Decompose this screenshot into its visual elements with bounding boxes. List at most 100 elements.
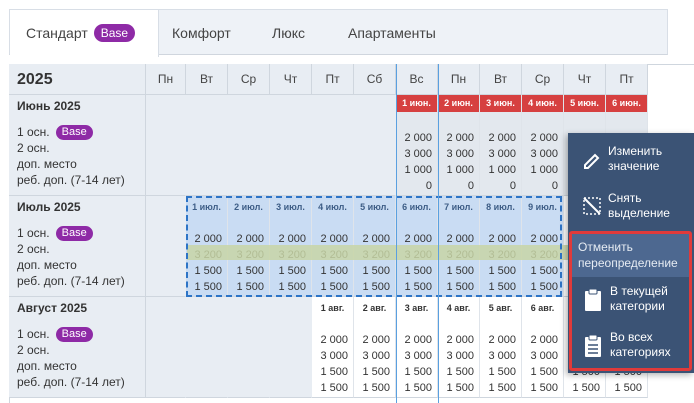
revert-override-header: Отменить переопределение	[572, 234, 689, 277]
price-value	[446, 114, 474, 130]
month-name: Июль 2025	[17, 200, 81, 214]
year-header: 2025	[9, 64, 146, 95]
price-value: 2 000	[320, 334, 348, 346]
rate-row-label: реб. доп. (7-14 лет)	[17, 273, 125, 289]
date-label: 3 авг.	[404, 303, 429, 313]
price-value: 2 000	[404, 334, 432, 346]
tab-lux[interactable]: Люкс	[272, 10, 305, 56]
date-label: 6 июн.	[606, 95, 647, 112]
price-cell[interactable]: 6 авг. 2 000 3 000 1 500 1 500	[522, 297, 564, 398]
price-cell	[228, 297, 270, 398]
revert-all-categories-item[interactable]: Во всех категориях	[572, 326, 689, 372]
rate-row-text: реб. доп. (7-14 лет)	[17, 173, 125, 187]
price-values: 2 000 3 000 1 500 1 500	[362, 316, 390, 396]
tab-comfort[interactable]: Комфорт	[172, 10, 231, 56]
weekday-header: Чт	[564, 64, 606, 95]
price-value: 2 000	[446, 132, 474, 144]
rate-row-label: 1 осн. Base	[17, 124, 125, 140]
price-value: 1 500	[572, 382, 600, 394]
price-cell	[146, 196, 186, 297]
price-cell	[270, 95, 312, 196]
price-value: 3 000	[362, 350, 390, 362]
base-badge: Base	[55, 327, 93, 342]
price-cell[interactable]: 4 июн. 2 000 3 000 1 000 0	[522, 95, 564, 196]
rate-row-label: 1 осн. Base	[17, 225, 125, 241]
rate-row-label: доп. место	[17, 358, 125, 374]
date-label: 2 авг.	[362, 303, 387, 313]
price-cell[interactable]: 5 авг. 2 000 3 000 1 500 1 500	[480, 297, 522, 398]
price-value: 3 000	[320, 350, 348, 362]
price-value: 1 500	[530, 382, 558, 394]
price-cell	[146, 297, 186, 398]
clipboard-icon	[585, 288, 601, 311]
price-cell[interactable]: 2 июн. 2 000 3 000 1 000 0	[438, 95, 480, 196]
rate-row-text: доп. место	[17, 359, 77, 373]
price-values: 2 000 3 000 1 500 1 500	[320, 316, 348, 396]
date-label: 5 авг.	[488, 303, 513, 313]
date-label: 6 авг.	[530, 303, 555, 313]
price-value	[488, 114, 516, 130]
price-value: 0	[467, 180, 474, 192]
price-cell	[270, 297, 312, 398]
price-value: 1 000	[488, 164, 516, 176]
price-cell[interactable]: 4 авг. 2 000 3 000 1 500 1 500	[438, 297, 480, 398]
price-value: 1 500	[488, 366, 516, 378]
rate-row-label: 1 осн. Base	[17, 326, 125, 342]
price-cell	[312, 95, 354, 196]
price-value	[530, 114, 558, 130]
month-row-label: Август 2025 1 осн. Base 2 осн. доп. место реб…	[9, 297, 146, 398]
price-value: 2 000	[488, 132, 516, 144]
weekday-header: Пт	[312, 64, 354, 95]
price-value: 2 000	[488, 334, 516, 346]
price-value: 1 500	[404, 366, 432, 378]
price-value: 3 000	[488, 148, 516, 160]
week-divider-line	[438, 64, 439, 403]
price-cell[interactable]: 3 авг. 2 000 3 000 1 500 1 500	[396, 297, 438, 398]
weekday-header: Пт	[606, 64, 648, 95]
price-value	[404, 316, 432, 332]
price-values: 2 000 3 000 1 500 1 500	[488, 316, 516, 396]
month-name: Август 2025	[17, 301, 87, 315]
price-value: 2 000	[530, 132, 558, 144]
revert-current-category-item[interactable]: В текущей категории	[572, 280, 689, 326]
price-value	[446, 316, 474, 332]
tab-standard[interactable]: Стандарт Base	[10, 10, 159, 57]
rate-row-text: 1 осн.	[17, 327, 50, 341]
revert-override-group: Отменить переопределение В текущей катег…	[569, 231, 692, 371]
rate-row-labels: 1 осн. Base 2 осн. доп. место реб. доп. (7-1…	[17, 225, 125, 289]
price-value: 3 000	[404, 350, 432, 362]
price-cell	[186, 297, 228, 398]
rate-row-labels: 1 осн. Base 2 осн. доп. место реб. доп. (7-1…	[17, 326, 125, 390]
rate-row-text: 2 осн.	[17, 343, 50, 357]
rate-row-text: 1 осн.	[17, 125, 50, 139]
deselect-item[interactable]: Снять выделение	[568, 191, 694, 225]
base-badge: Base	[55, 226, 93, 241]
price-cell[interactable]: 1 июн. 2 000 3 000 1 000 0	[396, 95, 438, 196]
weekday-header: Ср	[228, 64, 270, 95]
selection-box	[186, 196, 562, 297]
base-badge: Base	[55, 125, 93, 140]
price-cell[interactable]: 1 авг. 2 000 3 000 1 500 1 500	[312, 297, 354, 398]
weekday-header: Вт	[186, 64, 228, 95]
price-values: 2 000 3 000 1 500 1 500	[446, 316, 474, 396]
price-cell[interactable]: 3 июн. 2 000 3 000 1 000 0	[480, 95, 522, 196]
price-value: 0	[425, 180, 432, 192]
edit-value-item[interactable]: Изменить значение	[568, 144, 694, 178]
clipboard-list-icon	[585, 334, 601, 357]
rate-row-text: 1 осн.	[17, 226, 50, 240]
price-values: 2 000 3 000 1 000 0	[446, 114, 474, 194]
price-value: 1 500	[362, 366, 390, 378]
price-value: 2 000	[530, 334, 558, 346]
rate-row-label: реб. доп. (7-14 лет)	[17, 172, 125, 188]
price-value	[614, 114, 642, 130]
rate-row-label: 2 осн.	[17, 241, 125, 257]
price-values: 2 000 3 000 1 500 1 500	[404, 316, 432, 396]
rate-row-labels: 1 осн. Base 2 осн. доп. место реб. доп. (7-1…	[17, 124, 125, 188]
tab-apartments[interactable]: Апартаменты	[348, 10, 436, 56]
base-badge: Base	[93, 24, 136, 42]
rate-row-label: доп. место	[17, 156, 125, 172]
date-label: 2 июн.	[438, 95, 479, 112]
price-value: 1 500	[446, 382, 474, 394]
price-cell[interactable]: 2 авг. 2 000 3 000 1 500 1 500	[354, 297, 396, 398]
weekday-header: Пн	[438, 64, 480, 95]
